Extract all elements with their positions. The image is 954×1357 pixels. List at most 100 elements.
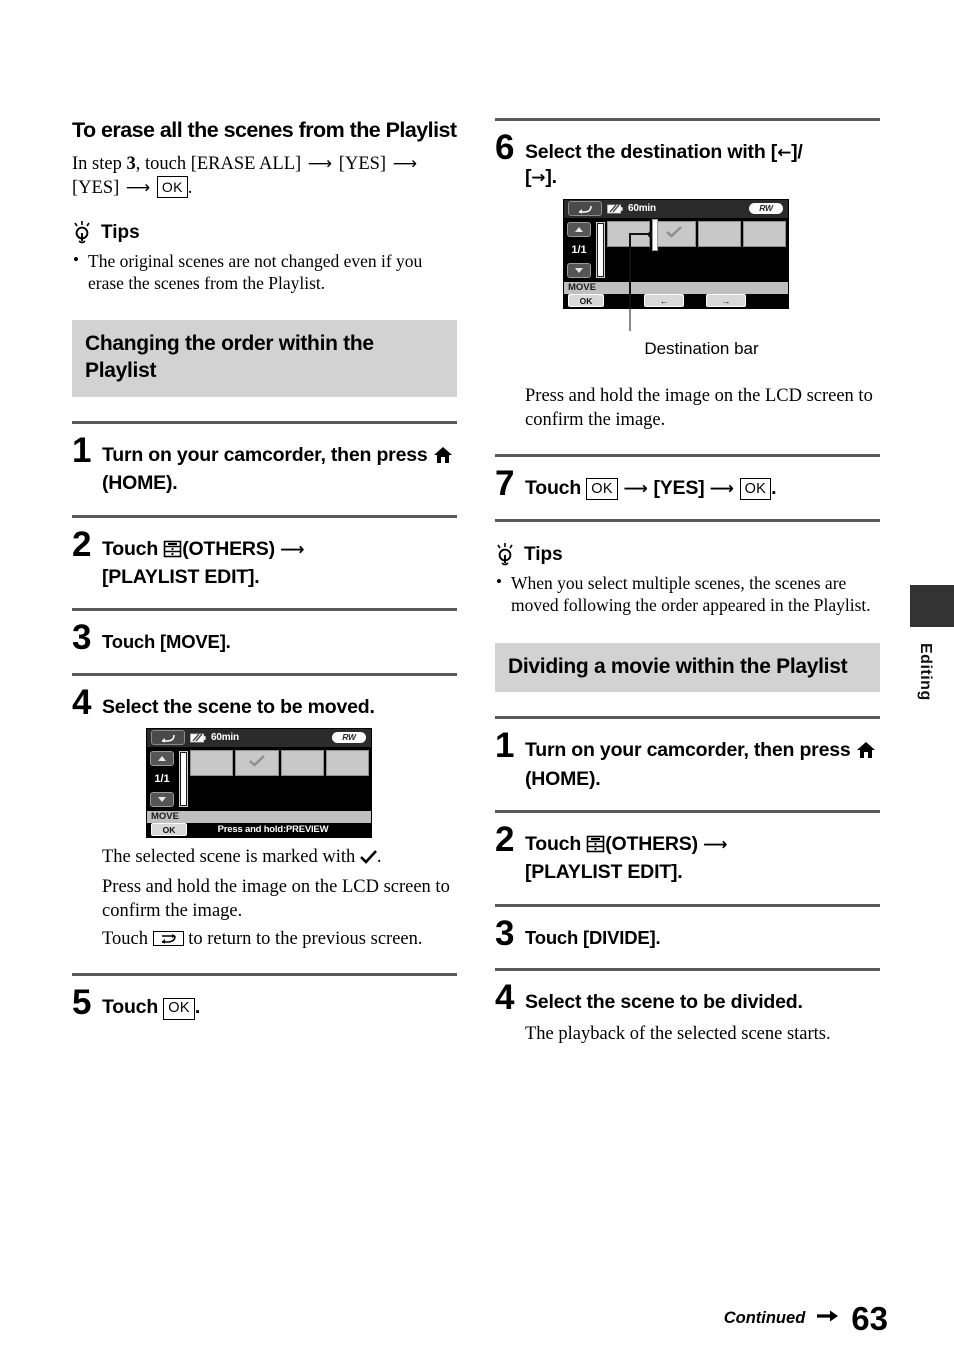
tips-label: Tips xyxy=(101,221,140,243)
previous-button[interactable]: ← xyxy=(644,294,684,308)
step-text-before: Turn on your camcorder, then press xyxy=(525,739,856,762)
step-7: 7 Touch OK ⟶ [YES] ⟶ OK. xyxy=(495,457,880,519)
tips-divider xyxy=(495,519,880,523)
step-text: Touch [MOVE]. xyxy=(102,631,231,653)
step-5: 5 Touch OK. xyxy=(72,976,457,1038)
thumbnail-cell[interactable] xyxy=(190,749,234,776)
leader-line-horizontal xyxy=(629,232,651,235)
ok-button-glyph: OK xyxy=(163,997,195,1020)
check-icon xyxy=(666,225,682,243)
chapter-tab: Editing xyxy=(910,585,954,701)
destination-bar-caption: Destination bar xyxy=(644,338,759,358)
note-after: to return to the previous screen. xyxy=(183,929,423,950)
instruction-part2: , touch [ERASE ALL] xyxy=(135,153,306,174)
disc-type-badge: RW xyxy=(332,731,366,743)
step-text-mid: [YES] xyxy=(653,476,710,499)
step-text-after: (OTHERS) xyxy=(605,833,704,856)
arrow-icon: ⟶ xyxy=(280,539,305,560)
step-text-before: Touch xyxy=(102,537,164,560)
step-6-note: Press and hold the image on the LCD scre… xyxy=(525,377,880,432)
disc-type-badge: RW xyxy=(749,202,783,214)
step-number: 4 xyxy=(495,978,515,1017)
preview-hint: Press and hold:PREVIEW xyxy=(217,824,329,836)
scroll-up-button[interactable] xyxy=(150,750,174,766)
disc-label: RW xyxy=(342,732,356,743)
lcd-screen: 60min RW 1/1 xyxy=(146,727,372,838)
thumbnail-cell[interactable] xyxy=(280,749,324,776)
scrollbar[interactable] xyxy=(596,221,605,278)
battery-time: 60min xyxy=(628,203,656,215)
triangle-down-icon xyxy=(575,267,583,273)
tip-item: The original scenes are not changed even… xyxy=(72,249,457,294)
step-number: 3 xyxy=(495,913,515,953)
triangle-down-icon xyxy=(158,796,166,802)
ok-button[interactable]: OK xyxy=(151,823,187,837)
step-text-after: (HOME). xyxy=(525,767,601,790)
press-hold-note: Press and hold the image on the LCD scre… xyxy=(525,385,873,430)
step-number: 3 xyxy=(72,618,92,658)
note-before: Touch xyxy=(102,929,153,950)
thumbnail-cell[interactable] xyxy=(697,220,741,247)
scrollbar-thumb[interactable] xyxy=(598,223,603,276)
scroll-up-button[interactable] xyxy=(567,221,591,237)
ok-label: OK xyxy=(162,824,176,835)
press-hold-note: Press and hold the image on the LCD scre… xyxy=(102,876,450,921)
step-text: Touch (OTHERS) ⟶ [PLAYLIST EDIT]. xyxy=(102,529,305,591)
mode-strip: MOVE xyxy=(564,281,788,294)
tips-header: Tips xyxy=(495,542,880,566)
step-number: 1 xyxy=(495,726,515,766)
home-icon xyxy=(433,446,453,471)
lcd-nav-column: 1/1 xyxy=(564,218,594,282)
scrollbar-thumb[interactable] xyxy=(181,752,186,805)
battery-time: 60min xyxy=(211,732,239,744)
step-text-line2b: ]. xyxy=(545,166,557,189)
step-4: 4 Select the scene to be divided. The pl… xyxy=(495,971,880,1068)
arrow-icon: ⟶ xyxy=(125,177,151,198)
thumbnail-cell[interactable] xyxy=(742,220,786,247)
mode-label: MOVE xyxy=(568,282,596,294)
step-text-after: (HOME). xyxy=(102,472,178,495)
battery-icon xyxy=(607,204,623,214)
arrow-icon: ⟶ xyxy=(307,153,333,174)
triangle-up-icon xyxy=(575,226,583,232)
scroll-down-button[interactable] xyxy=(150,791,174,807)
ok-button-glyph: OK xyxy=(739,478,772,501)
step-6: 6 Select the destination with [←]/ [→]. xyxy=(495,121,880,454)
tips-label: Tips xyxy=(524,544,563,566)
instruction-yes1: [YES] xyxy=(338,153,391,174)
page-indicator: 1/1 xyxy=(571,243,587,256)
return-button[interactable] xyxy=(151,730,185,746)
step-4-notes: The selected scene is marked with . Pres… xyxy=(102,838,457,951)
step-number: 6 xyxy=(495,128,515,167)
step-text-after: . xyxy=(194,996,201,1019)
tips-list: When you select multiple scenes, the sce… xyxy=(495,571,880,616)
ok-button-glyph: OK xyxy=(156,176,188,198)
page-indicator: 1/1 xyxy=(154,772,170,785)
ok-button-glyph: OK xyxy=(586,478,618,501)
return-icon xyxy=(152,931,184,947)
section-title-dividing-movie: Dividing a movie within the Playlist xyxy=(495,642,880,693)
step-text-after: . xyxy=(771,476,777,499)
step-3: 3 Touch [MOVE]. xyxy=(72,611,457,672)
triangle-up-icon xyxy=(158,755,166,761)
scroll-down-button[interactable] xyxy=(567,262,591,278)
thumbnail-cell-selected[interactable] xyxy=(652,220,696,247)
check-icon xyxy=(249,754,265,772)
lcd-status-bar: 60min RW xyxy=(564,199,788,218)
step-text-before: Turn on your camcorder, then press xyxy=(102,444,433,466)
lcd-figure-destination: 60min RW 1/1 MOVE OK ← → Destination bar xyxy=(563,198,880,359)
thumbnail-cell-selected[interactable] xyxy=(235,749,279,776)
ok-button[interactable]: OK xyxy=(568,294,604,308)
arrow-icon: ⟶ xyxy=(392,153,418,174)
lcd-bottom-bar: OK ← → xyxy=(564,293,788,308)
destination-bar xyxy=(652,218,658,251)
thumbnail-cell[interactable] xyxy=(325,749,369,776)
return-button[interactable] xyxy=(568,201,602,217)
others-icon xyxy=(586,835,605,860)
scrollbar[interactable] xyxy=(179,750,188,807)
step-number: 1 xyxy=(72,431,92,470)
arrow-left-icon: ← xyxy=(777,143,792,163)
step-text: Select the destination with [←]/ [→]. xyxy=(525,132,803,191)
next-button[interactable]: → xyxy=(706,294,746,308)
step-2: 2 Touch (OTHERS) ⟶ [PLAYLIST EDIT]. xyxy=(72,518,457,609)
